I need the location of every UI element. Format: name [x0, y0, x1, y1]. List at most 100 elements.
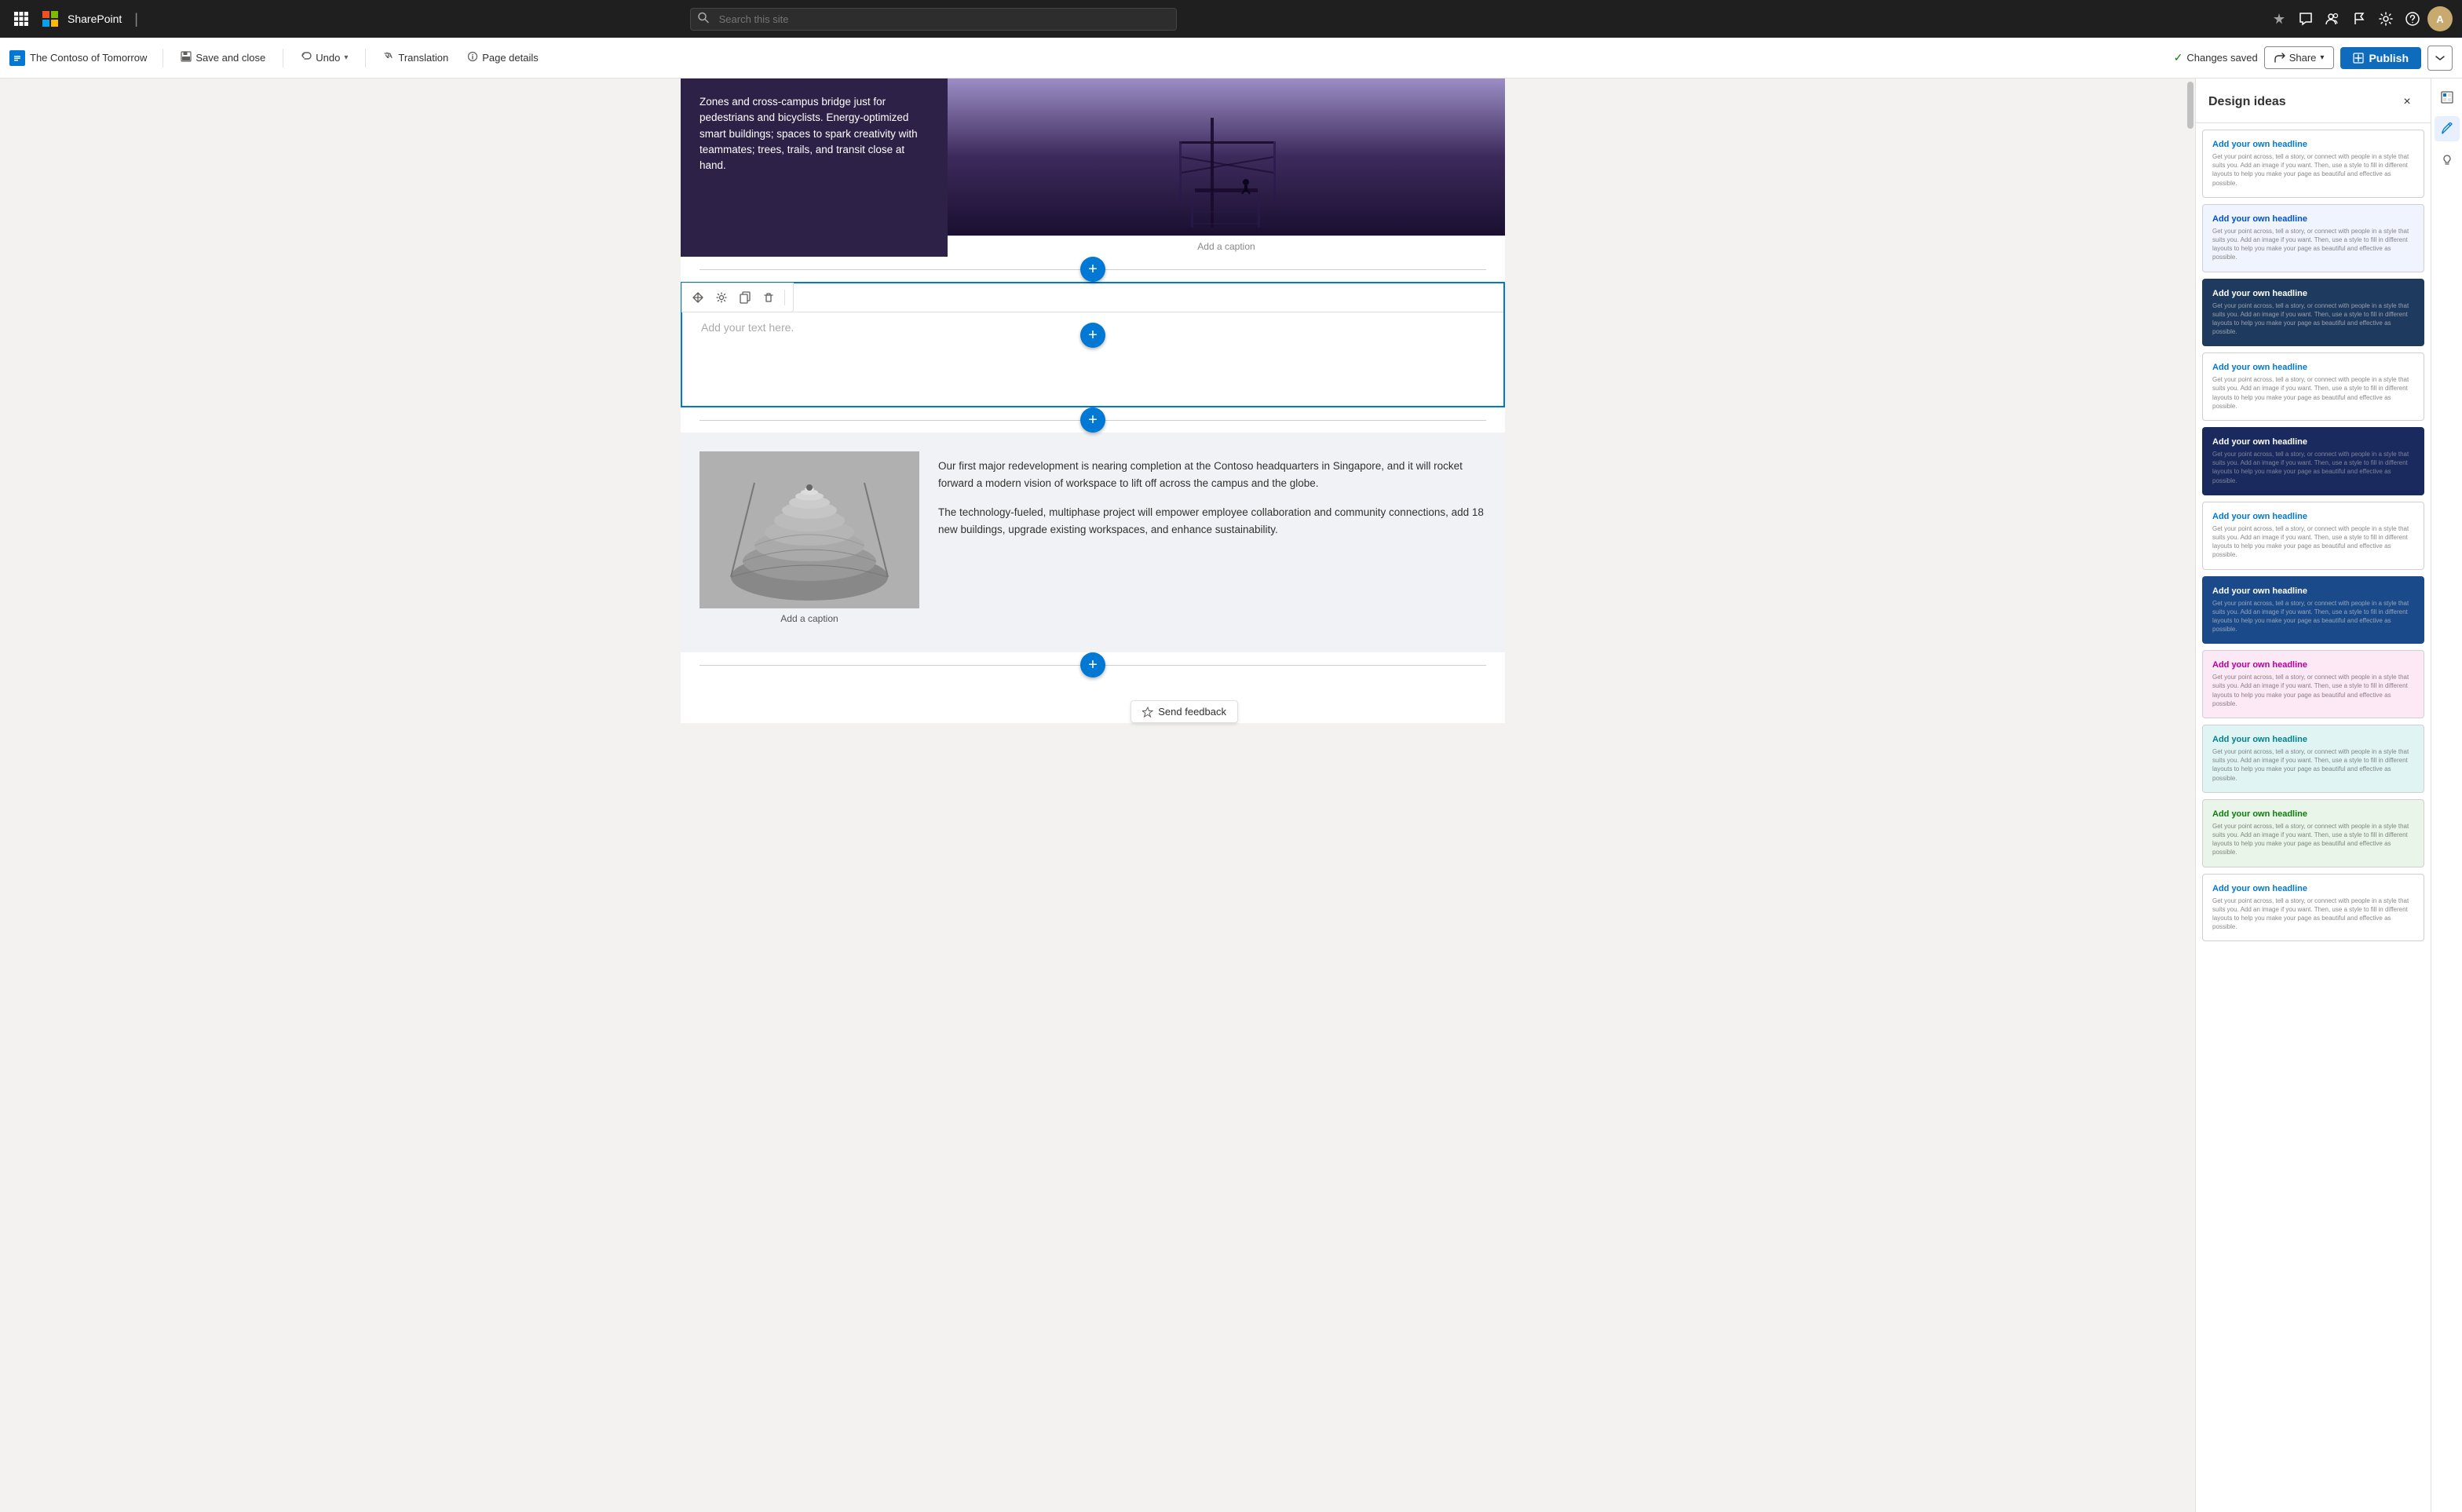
help-button[interactable] — [2401, 7, 2424, 31]
idea-headline-4: Add your own headline — [2212, 363, 2414, 372]
idea-text-5: Get your point across, tell a story, or … — [2212, 450, 2414, 485]
section-paragraph-1: Our first major redevelopment is nearing… — [938, 458, 1486, 491]
idea-headline-9: Add your own headline — [2212, 735, 2414, 744]
add-section-button-top[interactable]: + — [1080, 257, 1105, 282]
microsoft-logo — [42, 11, 58, 27]
image-caption-2[interactable]: Add a caption — [700, 608, 919, 629]
right-sidebar-actions — [2431, 79, 2462, 1512]
editor-scrollbar[interactable] — [2186, 79, 2195, 1512]
copilot-button[interactable] — [2267, 7, 2291, 31]
top-navigation: SharePoint | — [0, 0, 2462, 38]
save-close-label: Save and close — [195, 52, 265, 64]
changes-saved-status: ✓ Changes saved — [2174, 51, 2258, 64]
scrollbar-thumb[interactable] — [2187, 82, 2194, 129]
idea-headline-3: Add your own headline — [2212, 289, 2414, 298]
dark-section: Zones and cross-campus bridge just for p… — [681, 79, 1505, 257]
waffle-menu-button[interactable] — [9, 7, 33, 31]
idea-text-7: Get your point across, tell a story, or … — [2212, 599, 2414, 634]
idea-card-5[interactable]: Add your own headline Get your point acr… — [2202, 427, 2424, 495]
idea-card-1[interactable]: Add your own headline Get your point acr… — [2202, 130, 2424, 198]
share-caret-icon: ▾ — [2320, 53, 2324, 62]
dark-section-text: Zones and cross-campus bridge just for p… — [700, 94, 929, 173]
idea-card-8[interactable]: Add your own headline Get your point acr… — [2202, 650, 2424, 718]
add-section-button-bottom[interactable]: + — [1080, 652, 1105, 677]
design-ideas-header: Design ideas × — [2196, 79, 2431, 123]
translation-button[interactable]: Translation — [375, 47, 456, 68]
idea-card-2[interactable]: Add your own headline Get your point acr… — [2202, 204, 2424, 272]
check-icon: ✓ — [2174, 51, 2183, 64]
user-avatar[interactable]: A — [2427, 6, 2453, 31]
idea-headline-6: Add your own headline — [2212, 512, 2414, 521]
sidebar-design-button[interactable] — [2435, 116, 2460, 141]
send-feedback-button[interactable]: Send feedback — [1131, 700, 1238, 723]
undo-button[interactable]: Undo ▾ — [293, 47, 356, 68]
toolbar-separator-3 — [365, 49, 366, 68]
idea-text-3: Get your point across, tell a story, or … — [2212, 301, 2414, 337]
design-ideas-close-button[interactable]: × — [2396, 91, 2418, 113]
add-inner-button[interactable]: + — [1080, 323, 1105, 348]
text-editor-section[interactable]: Add your text here. + — [681, 282, 1505, 407]
editor-container: Zones and cross-campus bridge just for p… — [0, 79, 2195, 1512]
translation-label: Translation — [398, 52, 448, 64]
text-section-right: Our first major redevelopment is nearing… — [938, 451, 1486, 634]
idea-text-4: Get your point across, tell a story, or … — [2212, 375, 2414, 411]
idea-card-6[interactable]: Add your own headline Get your point acr… — [2202, 502, 2424, 570]
people-button[interactable] — [2321, 7, 2344, 31]
toolbar-right: ✓ Changes saved Share ▾ Publish — [2174, 46, 2453, 71]
publish-button[interactable]: Publish — [2340, 47, 2421, 69]
page-details-icon — [467, 51, 478, 64]
page-details-label: Page details — [482, 52, 539, 64]
search-icon — [698, 13, 709, 26]
settings-button[interactable] — [2374, 7, 2398, 31]
design-ideas-panel: Design ideas × Add your own headline Get… — [2195, 79, 2431, 1512]
idea-text-2: Get your point across, tell a story, or … — [2212, 227, 2414, 262]
sidebar-lightbulb-button[interactable] — [2435, 148, 2460, 173]
undo-label: Undo — [316, 52, 340, 64]
move-icon[interactable] — [687, 287, 709, 309]
idea-headline-1: Add your own headline — [2212, 140, 2414, 149]
idea-text-11: Get your point across, tell a story, or … — [2212, 897, 2414, 932]
collapse-button[interactable] — [2427, 46, 2453, 71]
idea-headline-2: Add your own headline — [2212, 214, 2414, 224]
share-button[interactable]: Share ▾ — [2264, 46, 2335, 69]
delete-section-icon[interactable] — [758, 287, 780, 309]
page-brand-icon — [9, 50, 25, 66]
undo-caret-icon: ▾ — [344, 53, 348, 62]
editor-area[interactable]: Zones and cross-campus bridge just for p… — [0, 79, 2186, 1512]
idea-headline-5: Add your own headline — [2212, 437, 2414, 447]
idea-text-8: Get your point across, tell a story, or … — [2212, 673, 2414, 708]
idea-text-1: Get your point across, tell a story, or … — [2212, 152, 2414, 188]
idea-card-11[interactable]: Add your own headline Get your point acr… — [2202, 874, 2424, 942]
light-section: Add a caption Our first major redevelopm… — [681, 433, 1505, 652]
toolbar-inline-divider — [784, 290, 785, 305]
add-section-button-middle[interactable]: + — [1080, 407, 1105, 433]
idea-card-7[interactable]: Add your own headline Get your point acr… — [2202, 576, 2424, 645]
idea-card-9[interactable]: Add your own headline Get your point acr… — [2202, 725, 2424, 793]
search-input[interactable] — [690, 8, 1177, 31]
idea-card-10[interactable]: Add your own headline Get your point acr… — [2202, 799, 2424, 867]
chat-button[interactable] — [2294, 7, 2318, 31]
idea-card-4[interactable]: Add your own headline Get your point acr… — [2202, 352, 2424, 421]
publish-label: Publish — [2369, 52, 2409, 64]
nav-divider: | — [134, 11, 138, 27]
dark-section-left: Zones and cross-campus bridge just for p… — [681, 79, 948, 257]
changes-saved-label: Changes saved — [2186, 52, 2257, 64]
save-close-button[interactable]: Save and close — [173, 47, 273, 68]
page-details-button[interactable]: Page details — [459, 47, 546, 68]
image-caption-1[interactable]: Add a caption — [948, 236, 1505, 257]
idea-text-9: Get your point across, tell a story, or … — [2212, 747, 2414, 783]
idea-headline-10: Add your own headline — [2212, 809, 2414, 819]
search-container — [690, 8, 1177, 31]
design-ideas-list: Add your own headline Get your point acr… — [2196, 123, 2431, 1512]
sidebar-theme-button[interactable] — [2435, 85, 2460, 110]
idea-headline-8: Add your own headline — [2212, 660, 2414, 670]
idea-card-3[interactable]: Add your own headline Get your point acr… — [2202, 279, 2424, 347]
feedback-area: Send feedback — [681, 684, 1505, 723]
idea-text-10: Get your point across, tell a story, or … — [2212, 822, 2414, 857]
design-ideas-title: Design ideas — [2208, 95, 2286, 109]
app-name: SharePoint — [68, 13, 122, 25]
settings-section-icon[interactable] — [710, 287, 732, 309]
flag-button[interactable] — [2347, 7, 2371, 31]
idea-headline-11: Add your own headline — [2212, 884, 2414, 893]
copy-section-icon[interactable] — [734, 287, 756, 309]
